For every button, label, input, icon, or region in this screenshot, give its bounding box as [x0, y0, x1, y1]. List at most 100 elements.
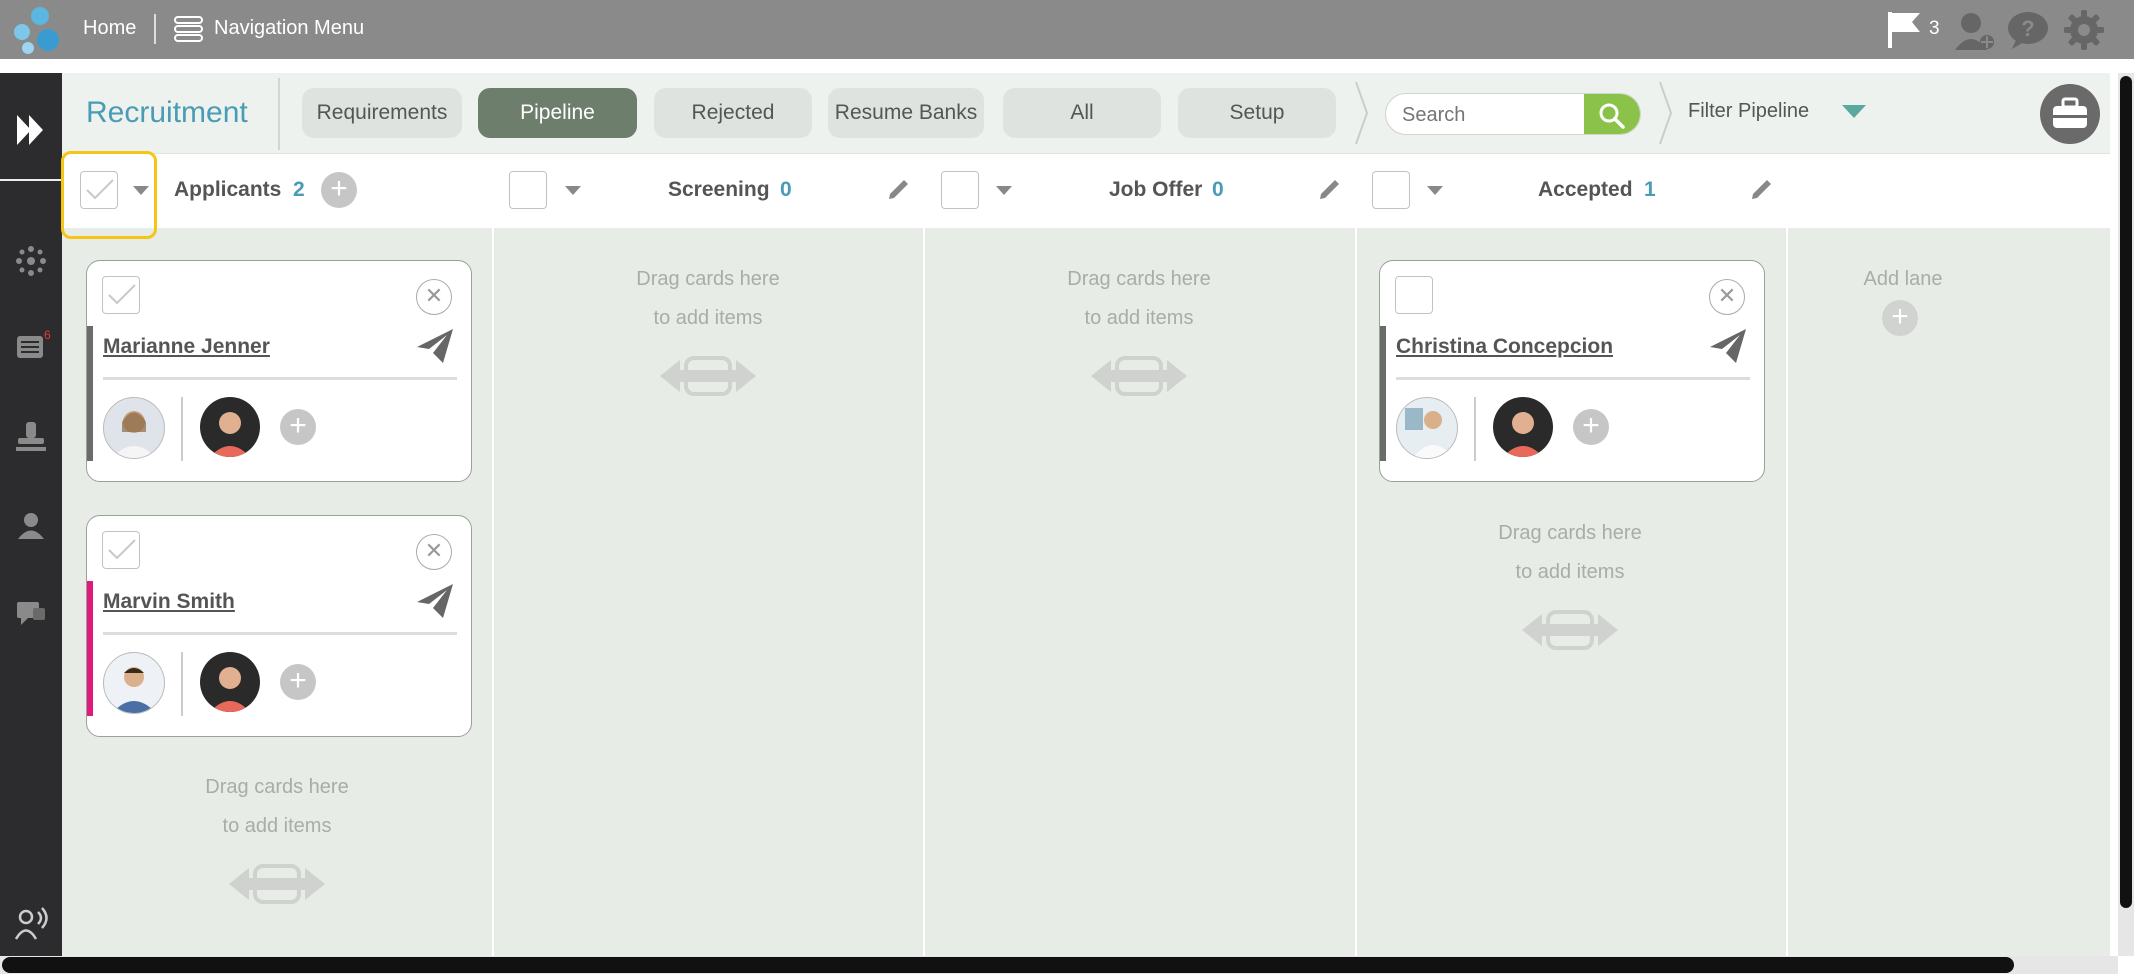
lane-count: 2	[293, 178, 305, 201]
lane-divider	[492, 154, 494, 958]
flag-icon[interactable]	[1886, 10, 1926, 50]
check-icon	[108, 539, 136, 560]
person-icon[interactable]	[15, 510, 47, 542]
lane-options-caret[interactable]	[996, 186, 1012, 195]
stamp-icon[interactable]	[15, 420, 47, 454]
drop-zone[interactable]: Drag cards here to add items	[1009, 260, 1269, 396]
edit-lane-icon[interactable]	[1749, 174, 1775, 200]
lane-options-caret[interactable]	[565, 186, 581, 195]
candidate-name-link[interactable]: Marvin Smith	[103, 590, 235, 614]
drop-zone-text: to add items	[653, 307, 763, 329]
tab-pipeline[interactable]: Pipeline	[478, 88, 637, 138]
settings-gear-icon[interactable]	[2062, 8, 2106, 52]
notification-badge: 6	[44, 328, 51, 342]
person-photo-icon	[210, 667, 250, 712]
app-logo-icon[interactable]	[6, 4, 66, 56]
help-icon[interactable]: ?	[2006, 10, 2050, 50]
drag-arrows-icon	[1091, 356, 1187, 396]
drop-zone[interactable]: Drag cards here to add items	[147, 768, 407, 904]
send-icon[interactable]	[415, 582, 455, 620]
send-icon[interactable]	[415, 327, 455, 365]
search-box	[1385, 93, 1641, 135]
network-icon[interactable]	[15, 245, 47, 277]
filter-pipeline-label[interactable]: Filter Pipeline	[1688, 100, 1809, 123]
tab-requirements[interactable]: Requirements	[302, 88, 462, 138]
search-icon	[1599, 103, 1625, 129]
lane-select-checkbox[interactable]	[509, 171, 547, 209]
remove-card-button[interactable]: ✕	[416, 279, 452, 315]
lane-count: 0	[1212, 178, 1224, 201]
accessibility-icon[interactable]	[14, 906, 50, 942]
lane-title: Accepted	[1538, 178, 1633, 201]
applicant-card[interactable]: ✕ Marianne Jenner +	[86, 260, 472, 482]
card-checkbox[interactable]	[102, 531, 140, 569]
home-link[interactable]: Home	[83, 17, 136, 40]
chat-icon[interactable]	[15, 598, 47, 628]
drop-zone[interactable]: Drag cards here to add items	[1440, 514, 1700, 650]
card-checkbox[interactable]	[102, 276, 140, 314]
search-input[interactable]	[1400, 100, 1584, 130]
candidate-name-link[interactable]: Christina Concepcion	[1396, 335, 1613, 359]
person-photo-icon	[112, 667, 156, 713]
add-reviewer-button[interactable]: +	[1573, 409, 1609, 445]
candidate-name-link[interactable]: Marianne Jenner	[103, 335, 270, 359]
lane-divider	[1355, 154, 1357, 958]
navigation-menu-link[interactable]: Navigation Menu	[214, 17, 364, 40]
add-reviewer-button[interactable]: +	[280, 664, 316, 700]
briefcase-icon	[2053, 97, 2087, 128]
add-lane-label[interactable]: Add lane	[1773, 260, 2033, 299]
drag-arrows-icon	[1522, 610, 1618, 650]
drag-arrows-icon	[229, 864, 325, 904]
lane-count: 1	[1644, 178, 1656, 201]
add-reviewer-button[interactable]: +	[280, 409, 316, 445]
filter-dropdown-icon[interactable]	[1842, 105, 1866, 118]
sidebar-divider	[0, 179, 62, 181]
send-icon[interactable]	[1708, 327, 1748, 365]
lane-options-caret[interactable]	[1427, 186, 1443, 195]
page-title: Recruitment	[86, 96, 248, 129]
card-color-bar	[87, 581, 93, 716]
add-lane-button[interactable]: +	[1882, 300, 1918, 336]
user-icon[interactable]	[1953, 10, 1995, 52]
card-color-bar	[1380, 326, 1386, 461]
tab-all[interactable]: All	[1003, 88, 1161, 138]
drop-zone[interactable]: Drag cards here to add items	[578, 260, 838, 396]
vertical-scrollbar-thumb[interactable]	[2120, 76, 2132, 908]
lane-options-caret[interactable]	[133, 186, 149, 195]
person-photo-icon	[112, 411, 156, 458]
hamburger-menu-icon[interactable]	[174, 15, 204, 43]
lane-count: 0	[780, 178, 792, 201]
person-photo-icon	[210, 412, 250, 457]
edit-lane-icon[interactable]	[1317, 174, 1343, 200]
remove-card-button[interactable]: ✕	[416, 534, 452, 570]
add-applicant-button[interactable]: +	[321, 172, 357, 208]
drop-zone-text: Drag cards here	[1067, 268, 1211, 290]
avatar-divider	[181, 652, 183, 716]
search-button[interactable]	[1584, 94, 1640, 134]
tab-resume-banks[interactable]: Resume Banks	[828, 88, 984, 138]
drop-zone-text: to add items	[1084, 307, 1194, 329]
expand-sidebar-icon[interactable]	[15, 113, 47, 147]
tab-setup[interactable]: Setup	[1178, 88, 1336, 138]
left-sidebar: 6	[0, 73, 62, 974]
card-checkbox[interactable]	[1395, 276, 1433, 314]
candidate-avatar	[103, 652, 165, 714]
toolbox-button[interactable]	[2040, 84, 2100, 144]
lane-header-empty	[1788, 154, 2110, 228]
lane-divider	[923, 154, 925, 958]
drop-zone-text: to add items	[1515, 561, 1625, 583]
lane-select-checkbox[interactable]	[1372, 171, 1410, 209]
applicant-card[interactable]: ✕ Christina Concepcion +	[1379, 260, 1765, 482]
lane-select-checkbox[interactable]	[941, 171, 979, 209]
lane-select-checkbox[interactable]	[80, 171, 118, 209]
card-divider	[1396, 377, 1750, 380]
avatar-divider	[1474, 397, 1476, 461]
separator-chevron-icon	[1355, 81, 1369, 145]
edit-lane-icon[interactable]	[886, 174, 912, 200]
check-icon	[108, 284, 136, 305]
card-divider	[103, 632, 457, 635]
applicant-card[interactable]: ✕ Marvin Smith +	[86, 515, 472, 737]
remove-card-button[interactable]: ✕	[1709, 279, 1745, 315]
tab-rejected[interactable]: Rejected	[654, 88, 812, 138]
horizontal-scrollbar-thumb[interactable]	[2, 957, 2014, 973]
